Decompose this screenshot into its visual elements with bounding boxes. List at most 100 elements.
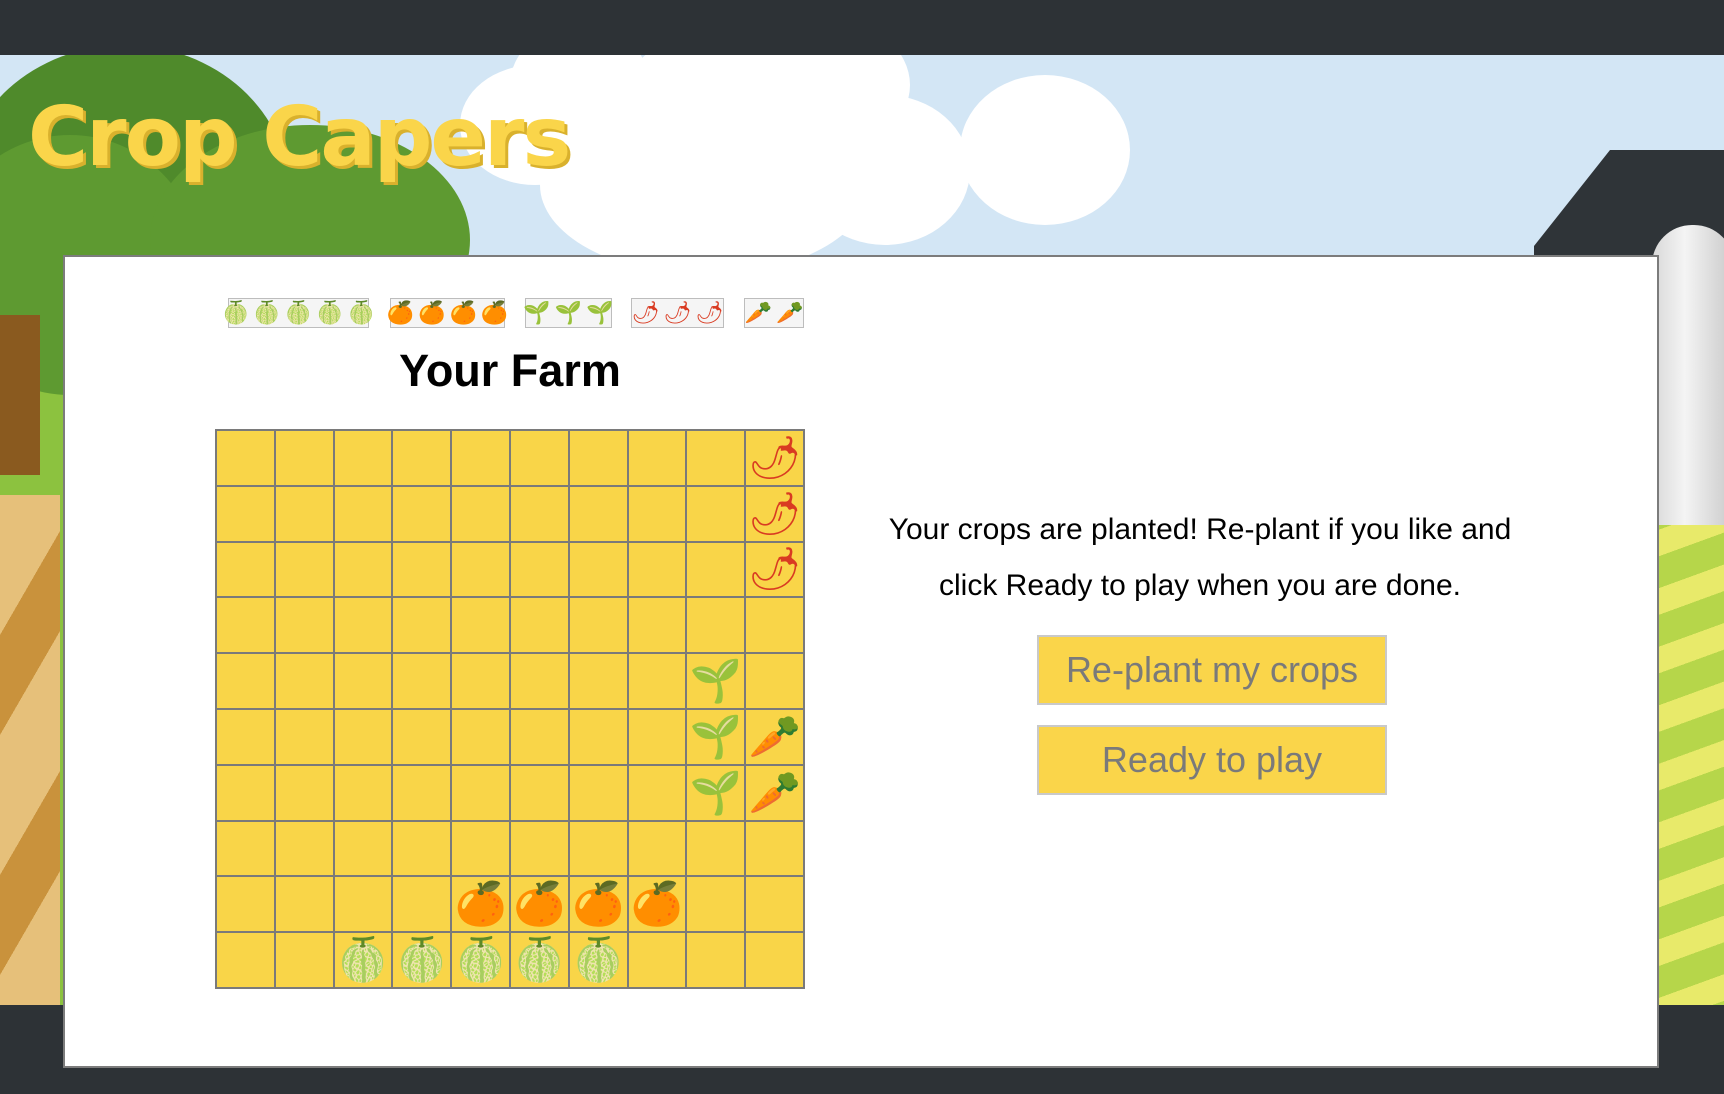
farm-cell[interactable] bbox=[217, 877, 274, 932]
farm-cell[interactable] bbox=[569, 821, 627, 876]
farm-cell[interactable] bbox=[452, 431, 509, 485]
farm-cell[interactable] bbox=[217, 431, 274, 485]
farm-cell[interactable] bbox=[687, 877, 745, 932]
farm-cell[interactable] bbox=[628, 654, 686, 708]
farm-cell[interactable] bbox=[628, 821, 686, 876]
farm-cell[interactable] bbox=[275, 821, 333, 876]
farm-cell[interactable] bbox=[628, 598, 686, 653]
farm-cell[interactable] bbox=[452, 709, 509, 764]
farm-cell[interactable] bbox=[334, 431, 392, 485]
farm-cell[interactable] bbox=[510, 709, 568, 764]
farm-cell[interactable] bbox=[569, 431, 627, 485]
farm-cell[interactable]: 🌱 bbox=[687, 709, 745, 764]
farm-cell[interactable] bbox=[569, 709, 627, 764]
farm-cell[interactable] bbox=[334, 877, 392, 932]
farm-cell[interactable] bbox=[628, 709, 686, 764]
farm-cell[interactable] bbox=[275, 765, 333, 820]
farm-cell[interactable] bbox=[510, 542, 568, 597]
farm-cell[interactable]: 🍈 bbox=[334, 933, 392, 987]
farm-cell[interactable] bbox=[275, 933, 333, 987]
farm-cell[interactable] bbox=[393, 877, 451, 932]
farm-cell[interactable]: 🍊 bbox=[452, 877, 509, 932]
farm-cell[interactable] bbox=[217, 654, 274, 708]
farm-cell[interactable] bbox=[452, 486, 509, 541]
farm-cell[interactable] bbox=[217, 542, 274, 597]
farm-cell[interactable] bbox=[393, 821, 451, 876]
farm-cell[interactable]: 🌶 bbox=[746, 542, 803, 597]
farm-cell[interactable] bbox=[746, 877, 803, 932]
farm-cell[interactable] bbox=[334, 486, 392, 541]
farm-cell[interactable] bbox=[275, 598, 333, 653]
farm-cell[interactable] bbox=[746, 598, 803, 653]
farm-cell[interactable] bbox=[275, 709, 333, 764]
farm-cell[interactable]: 🍈 bbox=[510, 933, 568, 987]
farm-cell[interactable] bbox=[217, 709, 274, 764]
farm-cell[interactable] bbox=[217, 933, 274, 987]
farm-cell[interactable] bbox=[628, 542, 686, 597]
farm-cell[interactable] bbox=[746, 654, 803, 708]
farm-cell[interactable] bbox=[334, 765, 392, 820]
farm-cell[interactable] bbox=[393, 654, 451, 708]
farm-cell[interactable] bbox=[275, 542, 333, 597]
farm-cell[interactable] bbox=[393, 431, 451, 485]
farm-cell[interactable] bbox=[334, 542, 392, 597]
farm-cell[interactable]: 🥕 bbox=[746, 709, 803, 764]
farm-cell[interactable]: 🌶 bbox=[746, 431, 803, 485]
farm-cell[interactable] bbox=[510, 765, 568, 820]
farm-cell[interactable] bbox=[452, 542, 509, 597]
farm-cell[interactable] bbox=[687, 542, 745, 597]
farm-cell[interactable]: 🌶 bbox=[746, 486, 803, 541]
farm-cell[interactable] bbox=[393, 486, 451, 541]
farm-cell[interactable] bbox=[393, 542, 451, 597]
farm-cell[interactable] bbox=[510, 431, 568, 485]
farm-cell[interactable] bbox=[510, 598, 568, 653]
farm-cell[interactable] bbox=[569, 542, 627, 597]
farm-cell[interactable] bbox=[334, 598, 392, 653]
farm-cell[interactable] bbox=[393, 765, 451, 820]
farm-cell[interactable]: 🍈 bbox=[452, 933, 509, 987]
farm-cell[interactable] bbox=[628, 431, 686, 485]
farm-cell[interactable] bbox=[687, 821, 745, 876]
farm-cell[interactable] bbox=[393, 598, 451, 653]
farm-cell[interactable] bbox=[275, 431, 333, 485]
farm-cell[interactable] bbox=[569, 598, 627, 653]
farm-cell[interactable] bbox=[452, 598, 509, 653]
farm-cell[interactable] bbox=[334, 709, 392, 764]
farm-cell[interactable] bbox=[628, 765, 686, 820]
farm-cell[interactable] bbox=[628, 486, 686, 541]
farm-cell[interactable] bbox=[452, 821, 509, 876]
farm-cell[interactable] bbox=[217, 821, 274, 876]
farm-cell[interactable]: 🌱 bbox=[687, 765, 745, 820]
farm-cell[interactable] bbox=[628, 933, 686, 987]
farm-cell[interactable] bbox=[217, 765, 274, 820]
farm-cell[interactable] bbox=[510, 654, 568, 708]
farm-cell[interactable] bbox=[393, 709, 451, 764]
replant-button[interactable]: Re-plant my crops bbox=[1037, 635, 1387, 705]
farm-cell[interactable]: 🍊 bbox=[510, 877, 568, 932]
farm-cell[interactable] bbox=[275, 654, 333, 708]
farm-cell[interactable]: 🍊 bbox=[628, 877, 686, 932]
farm-cell[interactable] bbox=[510, 821, 568, 876]
farm-cell[interactable] bbox=[687, 431, 745, 485]
farm-cell[interactable] bbox=[687, 933, 745, 987]
ready-to-play-button[interactable]: Ready to play bbox=[1037, 725, 1387, 795]
farm-cell[interactable] bbox=[746, 821, 803, 876]
farm-cell[interactable] bbox=[217, 598, 274, 653]
farm-cell[interactable] bbox=[687, 598, 745, 653]
farm-cell[interactable] bbox=[510, 486, 568, 541]
farm-cell[interactable] bbox=[275, 486, 333, 541]
farm-cell[interactable]: 🍈 bbox=[569, 933, 627, 987]
farm-cell[interactable] bbox=[569, 486, 627, 541]
farm-cell[interactable] bbox=[275, 877, 333, 932]
farm-cell[interactable] bbox=[569, 765, 627, 820]
farm-cell[interactable]: 🍈 bbox=[393, 933, 451, 987]
farm-cell[interactable] bbox=[452, 765, 509, 820]
farm-cell[interactable]: 🥕 bbox=[746, 765, 803, 820]
farm-cell[interactable] bbox=[746, 933, 803, 987]
farm-cell[interactable]: 🍊 bbox=[569, 877, 627, 932]
farm-cell[interactable] bbox=[687, 486, 745, 541]
farm-cell[interactable] bbox=[217, 486, 274, 541]
farm-cell[interactable] bbox=[334, 654, 392, 708]
farm-cell[interactable]: 🌱 bbox=[687, 654, 745, 708]
farm-cell[interactable] bbox=[334, 821, 392, 876]
